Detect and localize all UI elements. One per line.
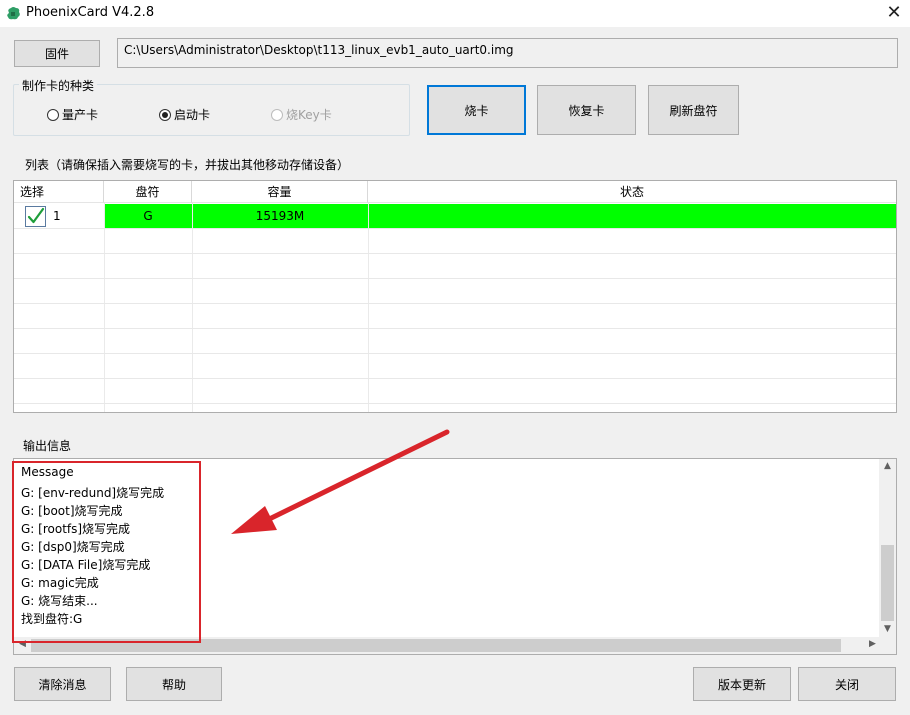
column-header-capacity[interactable]: 容量 (192, 181, 368, 203)
clear-messages-button[interactable]: 清除消息 (14, 667, 111, 701)
window-close-icon[interactable]: ✕ (884, 2, 904, 24)
scroll-down-icon[interactable]: ▼ (879, 624, 896, 634)
vertical-scroll-thumb[interactable] (881, 545, 894, 621)
burn-card-button[interactable]: 烧卡 (427, 85, 526, 135)
card-type-label: 制作卡的种类 (19, 77, 98, 94)
row-index: 1 (53, 209, 61, 223)
row-divider (14, 278, 896, 279)
refresh-drives-button[interactable]: 刷新盘符 (648, 85, 739, 135)
output-label: 输出信息 (20, 437, 75, 454)
radio-label: 烧Key卡 (286, 108, 332, 122)
firmware-button[interactable]: 固件 (14, 40, 100, 67)
scroll-up-icon[interactable]: ▲ (879, 461, 896, 471)
row-divider (14, 378, 896, 379)
window-title: PhoenixCard V4.2.8 (26, 5, 155, 20)
annotation-highlight-box (12, 461, 201, 643)
restore-card-button[interactable]: 恢复卡 (537, 85, 636, 135)
row-divider (14, 328, 896, 329)
device-list-label: 列表（请确保插入需要烧写的卡，并拔出其他移动存储设备） (22, 156, 353, 173)
scroll-corner (879, 637, 896, 654)
column-header-select[interactable]: 选择 (14, 181, 104, 203)
help-button[interactable]: 帮助 (126, 667, 222, 701)
device-list-table[interactable]: 选择 盘符 容量 状态 1 G 15193M (13, 180, 897, 413)
radio-circle-checked (159, 108, 171, 121)
row-status (368, 204, 896, 228)
radio-mass-production-card[interactable]: 量产卡 (47, 106, 98, 123)
radio-key-card: 烧Key卡 (271, 106, 332, 123)
radio-boot-card[interactable]: 启动卡 (159, 106, 210, 123)
firmware-path-field[interactable]: C:\Users\Administrator\Desktop\t113_linu… (117, 38, 898, 68)
radio-label: 启动卡 (174, 108, 211, 122)
column-header-drive[interactable]: 盘符 (104, 181, 192, 203)
checkmark-icon (27, 207, 45, 224)
row-divider (14, 353, 896, 354)
row-divider (14, 253, 896, 254)
column-divider (192, 203, 193, 412)
close-button[interactable]: 关闭 (798, 667, 896, 701)
radio-label: 量产卡 (62, 108, 99, 122)
row-capacity: 15193M (255, 209, 305, 223)
radio-circle (47, 108, 59, 121)
annotation-arrow-icon (231, 429, 450, 534)
row-checkbox[interactable] (25, 206, 46, 227)
row-drive: G (143, 209, 153, 223)
row-divider (14, 228, 896, 229)
vertical-scrollbar[interactable]: ▲ ▼ (879, 459, 896, 639)
version-update-button[interactable]: 版本更新 (693, 667, 791, 701)
row-divider (14, 303, 896, 304)
column-divider (104, 203, 105, 412)
column-header-status[interactable]: 状态 (368, 181, 896, 203)
row-divider (14, 403, 896, 404)
radio-circle-disabled (271, 108, 283, 121)
column-divider (368, 203, 369, 412)
app-icon (7, 7, 20, 20)
